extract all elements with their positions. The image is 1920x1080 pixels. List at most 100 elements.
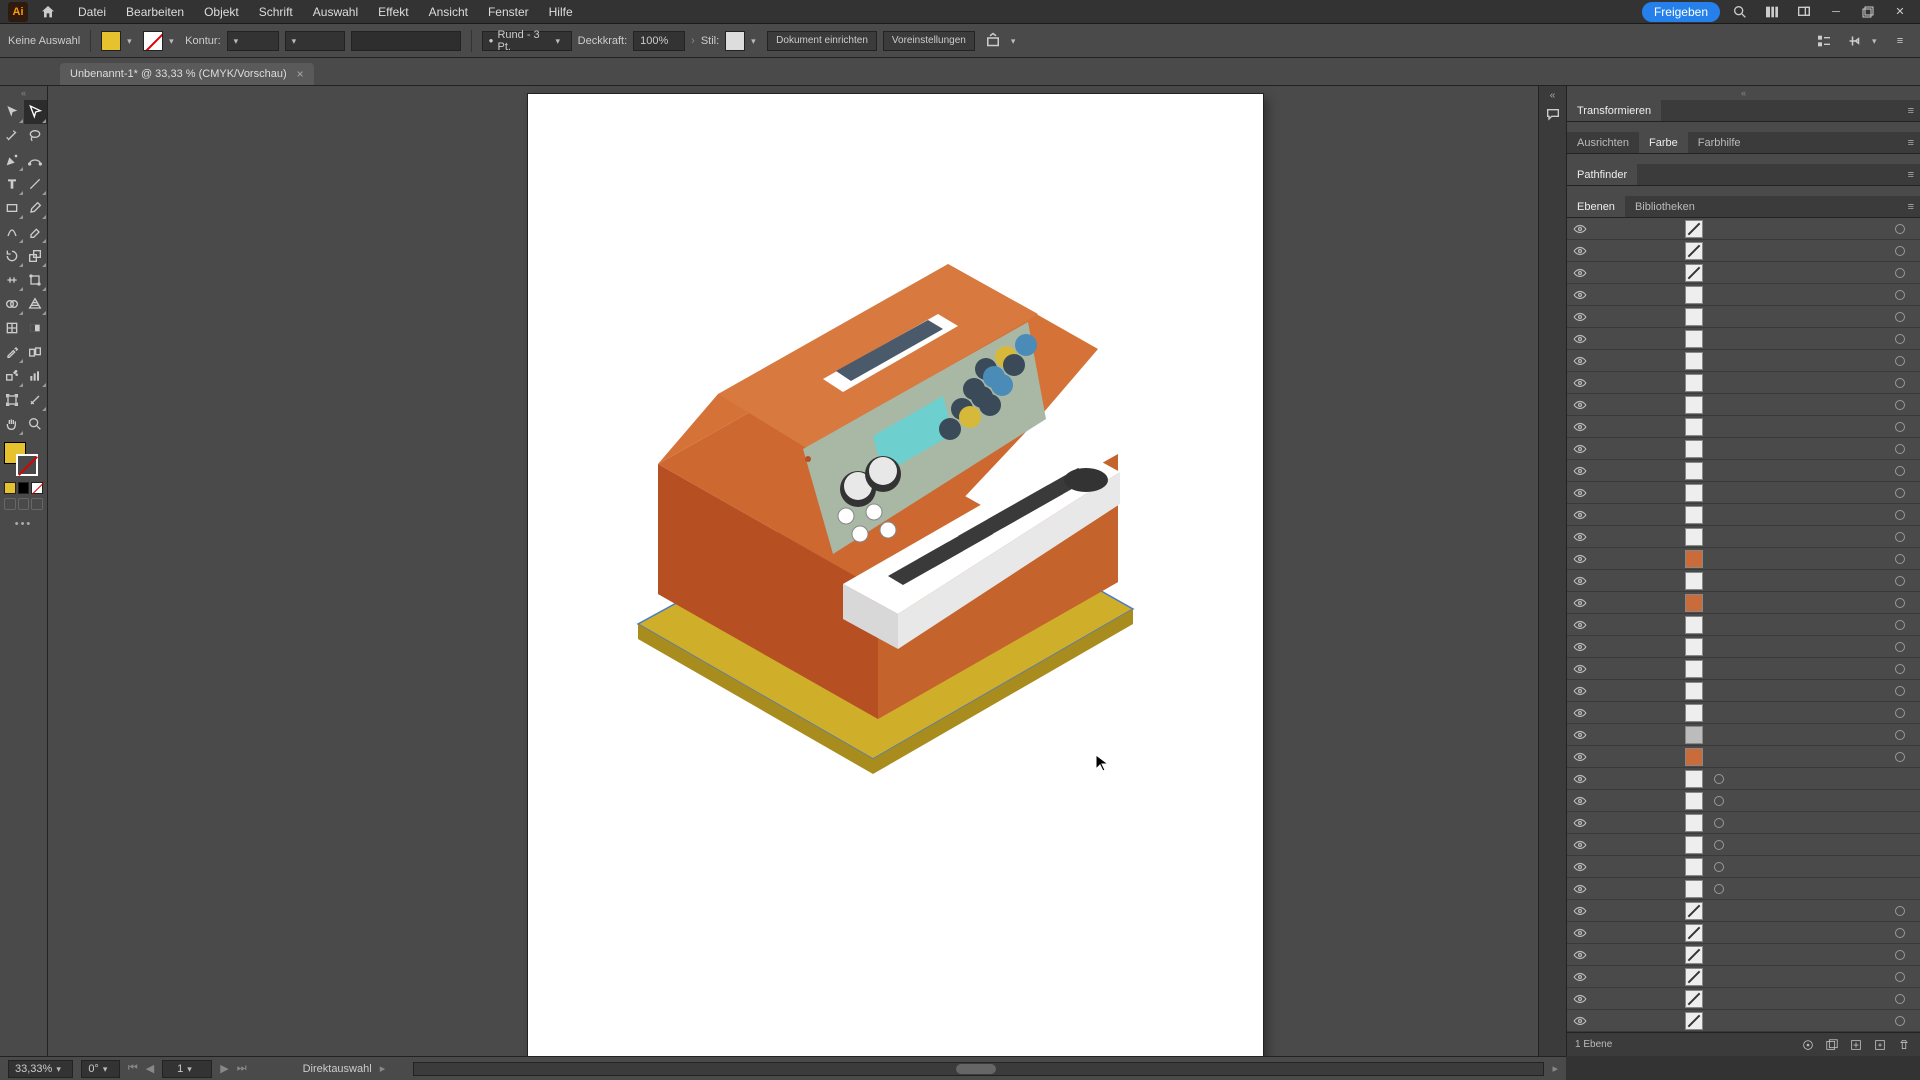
layer-visibility-icon[interactable] — [1567, 816, 1593, 830]
layer-visibility-icon[interactable] — [1567, 486, 1593, 500]
layer-row[interactable] — [1567, 218, 1920, 240]
layer-row[interactable] — [1567, 636, 1920, 658]
layer-target-icon[interactable] — [1890, 1016, 1910, 1026]
layer-visibility-icon[interactable] — [1567, 332, 1593, 346]
direct-selection-tool[interactable] — [24, 100, 48, 124]
layer-visibility-icon[interactable] — [1567, 772, 1593, 786]
layer-row[interactable] — [1567, 262, 1920, 284]
layer-target-icon[interactable] — [1709, 840, 1729, 850]
layer-visibility-icon[interactable] — [1567, 354, 1593, 368]
layer-row[interactable] — [1567, 768, 1920, 790]
rotation-select[interactable]: 0° — [81, 1060, 120, 1078]
brush-select[interactable] — [285, 31, 345, 51]
layer-visibility-icon[interactable] — [1567, 376, 1593, 390]
panel-menu-icon[interactable]: ≡ — [1902, 201, 1920, 213]
zoom-select[interactable]: 33,33% — [8, 1060, 73, 1078]
layer-visibility-icon[interactable] — [1567, 508, 1593, 522]
layer-row[interactable] — [1567, 702, 1920, 724]
layer-visibility-icon[interactable] — [1567, 728, 1593, 742]
document-tab-close-icon[interactable]: × — [297, 67, 304, 81]
slice-tool[interactable] — [24, 388, 48, 412]
layer-target-icon[interactable] — [1890, 928, 1910, 938]
layer-visibility-icon[interactable] — [1567, 684, 1593, 698]
menu-fenster[interactable]: Fenster — [478, 5, 539, 19]
pen-tool[interactable] — [0, 148, 24, 172]
layer-visibility-icon[interactable] — [1567, 398, 1593, 412]
layer-row[interactable] — [1567, 328, 1920, 350]
eraser-tool[interactable] — [24, 220, 48, 244]
minimize-icon[interactable]: ─ — [1828, 4, 1844, 20]
layer-visibility-icon[interactable] — [1567, 310, 1593, 324]
tab-layers[interactable]: Ebenen — [1567, 196, 1625, 217]
layer-name-label[interactable] — [1709, 818, 1920, 828]
layer-row[interactable] — [1567, 834, 1920, 856]
layer-target-icon[interactable] — [1709, 796, 1729, 806]
layer-visibility-icon[interactable] — [1567, 266, 1593, 280]
locate-object-icon[interactable] — [1800, 1037, 1816, 1053]
layer-row[interactable] — [1567, 812, 1920, 834]
layer-target-icon[interactable] — [1890, 554, 1910, 564]
fill-dropdown-icon[interactable] — [127, 35, 137, 47]
gpu-dropdown-icon[interactable] — [1872, 35, 1882, 47]
default-swatches[interactable] — [0, 480, 47, 496]
artboard-nav-select[interactable]: 1 — [162, 1060, 212, 1078]
workspace-icon[interactable] — [1792, 2, 1816, 22]
layer-target-icon[interactable] — [1890, 400, 1910, 410]
opacity-select[interactable]: 100% — [633, 31, 685, 51]
symbol-sprayer-tool[interactable] — [0, 364, 24, 388]
blend-tool[interactable] — [24, 340, 48, 364]
layer-target-icon[interactable] — [1890, 510, 1910, 520]
layer-visibility-icon[interactable] — [1567, 882, 1593, 896]
align-to-dropdown-icon[interactable] — [1011, 35, 1021, 47]
layer-target-icon[interactable] — [1890, 246, 1910, 256]
perspective-grid-tool[interactable] — [24, 292, 48, 316]
layer-visibility-icon[interactable] — [1567, 970, 1593, 984]
align-to-icon[interactable] — [981, 31, 1005, 51]
layer-visibility-icon[interactable] — [1567, 860, 1593, 874]
layer-target-icon[interactable] — [1890, 642, 1910, 652]
layer-row[interactable] — [1567, 856, 1920, 878]
properties-toggle-icon[interactable] — [1812, 31, 1836, 51]
layer-row[interactable] — [1567, 658, 1920, 680]
layer-row[interactable] — [1567, 394, 1920, 416]
artboard-tool[interactable] — [0, 388, 24, 412]
layer-row[interactable] — [1567, 592, 1920, 614]
menu-objekt[interactable]: Objekt — [194, 5, 249, 19]
column-graph-tool[interactable] — [24, 364, 48, 388]
maximize-icon[interactable] — [1860, 4, 1876, 20]
layer-row[interactable] — [1567, 966, 1920, 988]
hand-tool[interactable] — [0, 412, 24, 436]
magic-wand-tool[interactable] — [0, 124, 24, 148]
artboard-next-icon[interactable]: ▶ — [220, 1062, 228, 1075]
clip-mask-icon[interactable] — [1824, 1037, 1840, 1053]
layer-visibility-icon[interactable] — [1567, 442, 1593, 456]
layer-row[interactable] — [1567, 614, 1920, 636]
paintbrush-tool[interactable] — [24, 196, 48, 220]
graphic-style-swatch[interactable] — [725, 31, 745, 51]
layer-target-icon[interactable] — [1890, 994, 1910, 1004]
layer-visibility-icon[interactable] — [1567, 904, 1593, 918]
menu-ansicht[interactable]: Ansicht — [419, 5, 478, 19]
layer-target-icon[interactable] — [1890, 224, 1910, 234]
arrange-icon[interactable] — [1760, 2, 1784, 22]
menu-auswahl[interactable]: Auswahl — [303, 5, 368, 19]
status-menu-icon[interactable]: ▸ — [380, 1062, 386, 1075]
scroll-right-icon[interactable]: ▸ — [1552, 1062, 1558, 1075]
layer-row[interactable] — [1567, 350, 1920, 372]
layer-target-icon[interactable] — [1709, 884, 1729, 894]
layer-row[interactable] — [1567, 372, 1920, 394]
layer-target-icon[interactable] — [1890, 708, 1910, 718]
layer-target-icon[interactable] — [1709, 818, 1729, 828]
layer-target-icon[interactable] — [1890, 422, 1910, 432]
stroke-profile-select[interactable]: ● Rund - 3 Pt. — [482, 31, 572, 51]
layer-row[interactable] — [1567, 1010, 1920, 1032]
lasso-tool[interactable] — [24, 124, 48, 148]
layer-target-icon[interactable] — [1890, 752, 1910, 762]
artboard-last-icon[interactable]: ⏭ — [237, 1062, 247, 1075]
artboard-prev-icon[interactable]: ◀ — [146, 1062, 154, 1075]
layer-visibility-icon[interactable] — [1567, 1014, 1593, 1028]
layer-row[interactable] — [1567, 460, 1920, 482]
width-tool[interactable] — [0, 268, 24, 292]
type-tool[interactable] — [0, 172, 24, 196]
free-transform-tool[interactable] — [24, 268, 48, 292]
